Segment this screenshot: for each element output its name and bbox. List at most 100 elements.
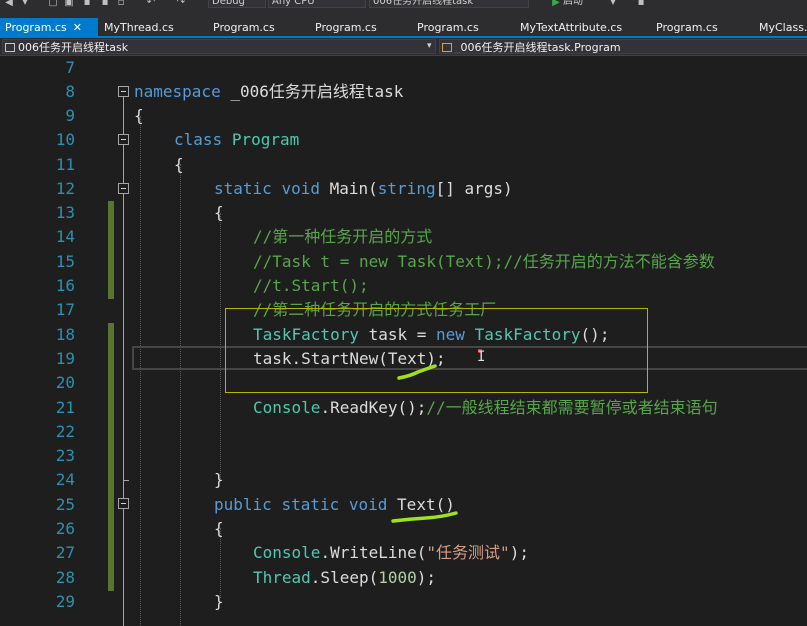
code-line-16-comment: //t.Start(); [253,276,369,295]
class-dropdown-label: _006任务开启线程task.Program [455,41,621,54]
line-number: 9 [65,106,75,125]
keyword-void: void [281,179,320,198]
platform-select[interactable]: Any CPU [268,0,366,8]
line-number: 21 [55,398,75,417]
code-line-13: { [214,203,224,222]
start-dropdown-icon[interactable]: ▾ [608,0,618,8]
type-console: Console [253,398,321,417]
line-number: 11 [55,155,75,174]
outline-line [123,145,124,183]
tab-program-cs-active[interactable]: Program.cs ✕ [0,18,98,38]
tab-program-cs-4[interactable]: Program.cs [412,18,516,38]
start-button-label[interactable]: 启动 [563,0,583,9]
code-line-15-comment: //Task t = new Task(Text);//任务开启的方法不能含参数 [253,252,715,271]
tab-label: Program.cs [5,21,67,34]
start-debug-icon[interactable]: ▶ [551,0,561,8]
keyword-static: static [214,179,272,198]
code-line-11: { [174,155,184,174]
call-end: ); [416,568,437,587]
class-icon [442,43,452,52]
keyword-void: void [348,495,388,514]
code-line-29: } [214,592,224,611]
new-file-icon[interactable]: ▢ [48,0,58,8]
annotation-underline-text-call [397,364,437,380]
line-number: 14 [55,227,75,246]
tab-mythread-cs[interactable]: MyThread.cs [99,18,207,38]
code-line-8: namespace _006任务开启线程task [134,80,403,104]
collapse-method-icon[interactable] [118,183,129,194]
attach-icon[interactable]: ▪ [636,0,646,8]
collapse-method-icon[interactable] [118,498,129,509]
readkey-call: .ReadKey(); [320,398,427,417]
tab-myclass-cs[interactable]: MyClass.cs [754,18,807,38]
number-literal: 1000 [378,568,417,587]
method-params: [] args) [435,179,513,198]
type-console: Console [253,543,321,562]
csharp-project-icon [5,43,15,52]
collapse-class-icon[interactable] [118,134,129,145]
line-number: 15 [55,252,75,271]
line-number: 28 [55,568,75,587]
class-name: Program [231,130,300,149]
tab-label: MyThread.cs [104,21,174,34]
close-icon[interactable]: ✕ [73,18,82,38]
line-number: 20 [55,373,75,392]
back-icon[interactable]: ◀ [4,0,14,8]
line-number: 10 [55,130,75,149]
annotation-underline-text-method [391,511,458,523]
line-number: 8 [65,82,75,101]
outline-line [123,97,124,134]
line-number: 12 [55,179,75,198]
code-editor[interactable]: 7 8 9 10 11 12 13 14 15 16 17 18 19 20 2… [0,56,807,626]
string-literal: "任务测试" [426,543,510,562]
startup-project-select[interactable]: 006任务开启线程task [369,0,529,8]
line-number: 24 [55,470,75,489]
open-file-icon[interactable]: ▣ [64,0,74,8]
outline-line [123,509,124,626]
redo-icon[interactable]: ↷ [176,0,186,8]
chevron-down-icon[interactable]: ▾ [427,39,432,54]
keyword-class: class [174,130,223,149]
code-line-10: class Program [174,128,299,152]
line-number: 13 [55,203,75,222]
code-line-26: { [214,519,224,538]
toolbar: ◀ ▾ ▢ ▣ ▪ ▪ ▫ ↶ ↷ Debug Any CPU 006任务开启线… [0,0,807,10]
line-number: 18 [55,325,75,344]
tab-label: Program.cs [417,21,479,34]
class-dropdown[interactable]: _006任务开启线程task.Program [439,39,807,54]
keyword-string: string [377,179,436,198]
sleep-call: .Sleep( [310,568,379,587]
code-line-21: Console.ReadKey();//一般线程结束都需要暂停或者结束语句 [253,396,718,420]
outline-end-tick [123,480,129,481]
collapse-namespace-icon[interactable] [118,86,129,97]
line-number: 26 [55,519,75,538]
line-number: 7 [65,58,75,77]
change-indicator [108,323,114,591]
solution-config-select[interactable]: Debug [208,0,266,8]
code-line-9: { [134,106,144,125]
undo-icon[interactable]: ↶ [146,0,156,8]
tab-label: Program.cs [213,21,275,34]
line-number: 22 [55,422,75,441]
document-tab-bar: Program.cs ✕ MyThread.cs Program.cs Progr… [0,10,807,38]
namespace-name: _006任务开启线程task [220,82,404,101]
save-icon[interactable]: ▪ [82,0,92,8]
code-line-28: Thread.Sleep(1000); [253,566,436,590]
tab-program-cs-2[interactable]: Program.cs [208,18,312,38]
save-all-icon[interactable]: ▪ [100,0,110,8]
tab-program-cs-5[interactable]: Program.cs [651,18,755,38]
code-line-27: Console.WriteLine("任务测试"); [253,541,529,565]
project-dropdown[interactable]: 006任务开启线程task [2,39,436,54]
copy-icon[interactable]: ▫ [116,0,126,8]
call-end: ); [509,543,529,562]
tab-label: Program.cs [315,21,377,34]
tab-program-cs-3[interactable]: Program.cs [310,18,414,38]
line-number: 19 [55,349,75,368]
indent-guide [180,164,181,626]
type-thread: Thread [253,568,311,587]
inline-comment: //一般线程结束都需要暂停或者结束语句 [426,398,718,417]
method-name: Main( [329,179,378,198]
line-number: 29 [55,592,75,611]
dropdown-arrow-icon[interactable]: ▾ [20,0,30,8]
tab-mytextattribute-cs[interactable]: MyTextAttribute.cs [515,18,652,38]
